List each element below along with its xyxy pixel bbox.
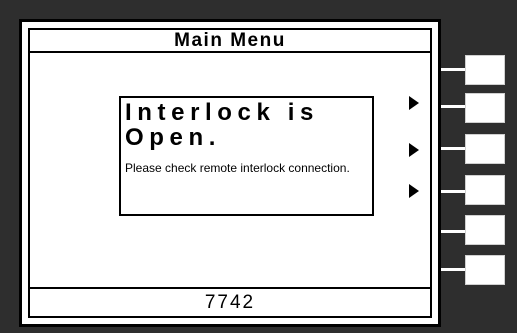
triangle-right-icon (409, 96, 419, 110)
dialog-message: Please check remote interlock connection… (125, 161, 350, 175)
triangle-right-icon (409, 184, 419, 198)
triangle-right-icon (409, 143, 419, 157)
softkey-connector-line (441, 230, 467, 233)
softkey-connector-line (441, 147, 467, 150)
menu-title-bar: Main Menu (28, 28, 432, 53)
softkey-2[interactable] (465, 93, 505, 123)
softkey-5[interactable] (465, 215, 505, 245)
dialog-title: Interlock is Open. (125, 99, 319, 151)
softkey-4[interactable] (465, 175, 505, 205)
softkey-connector-line (441, 105, 467, 108)
footer-bar: 7742 (28, 287, 432, 318)
softkey-3[interactable] (465, 134, 505, 164)
softkey-connector-line (441, 268, 467, 271)
softkey-1[interactable] (465, 55, 505, 85)
interlock-warning-dialog: Interlock is Open. Please check remote i… (119, 96, 374, 216)
softkey-connector-line (441, 68, 467, 71)
softkey-6[interactable] (465, 255, 505, 285)
softkey-connector-line (441, 190, 467, 193)
footer-value: 7742 (204, 291, 256, 313)
menu-title: Main Menu (174, 29, 286, 51)
